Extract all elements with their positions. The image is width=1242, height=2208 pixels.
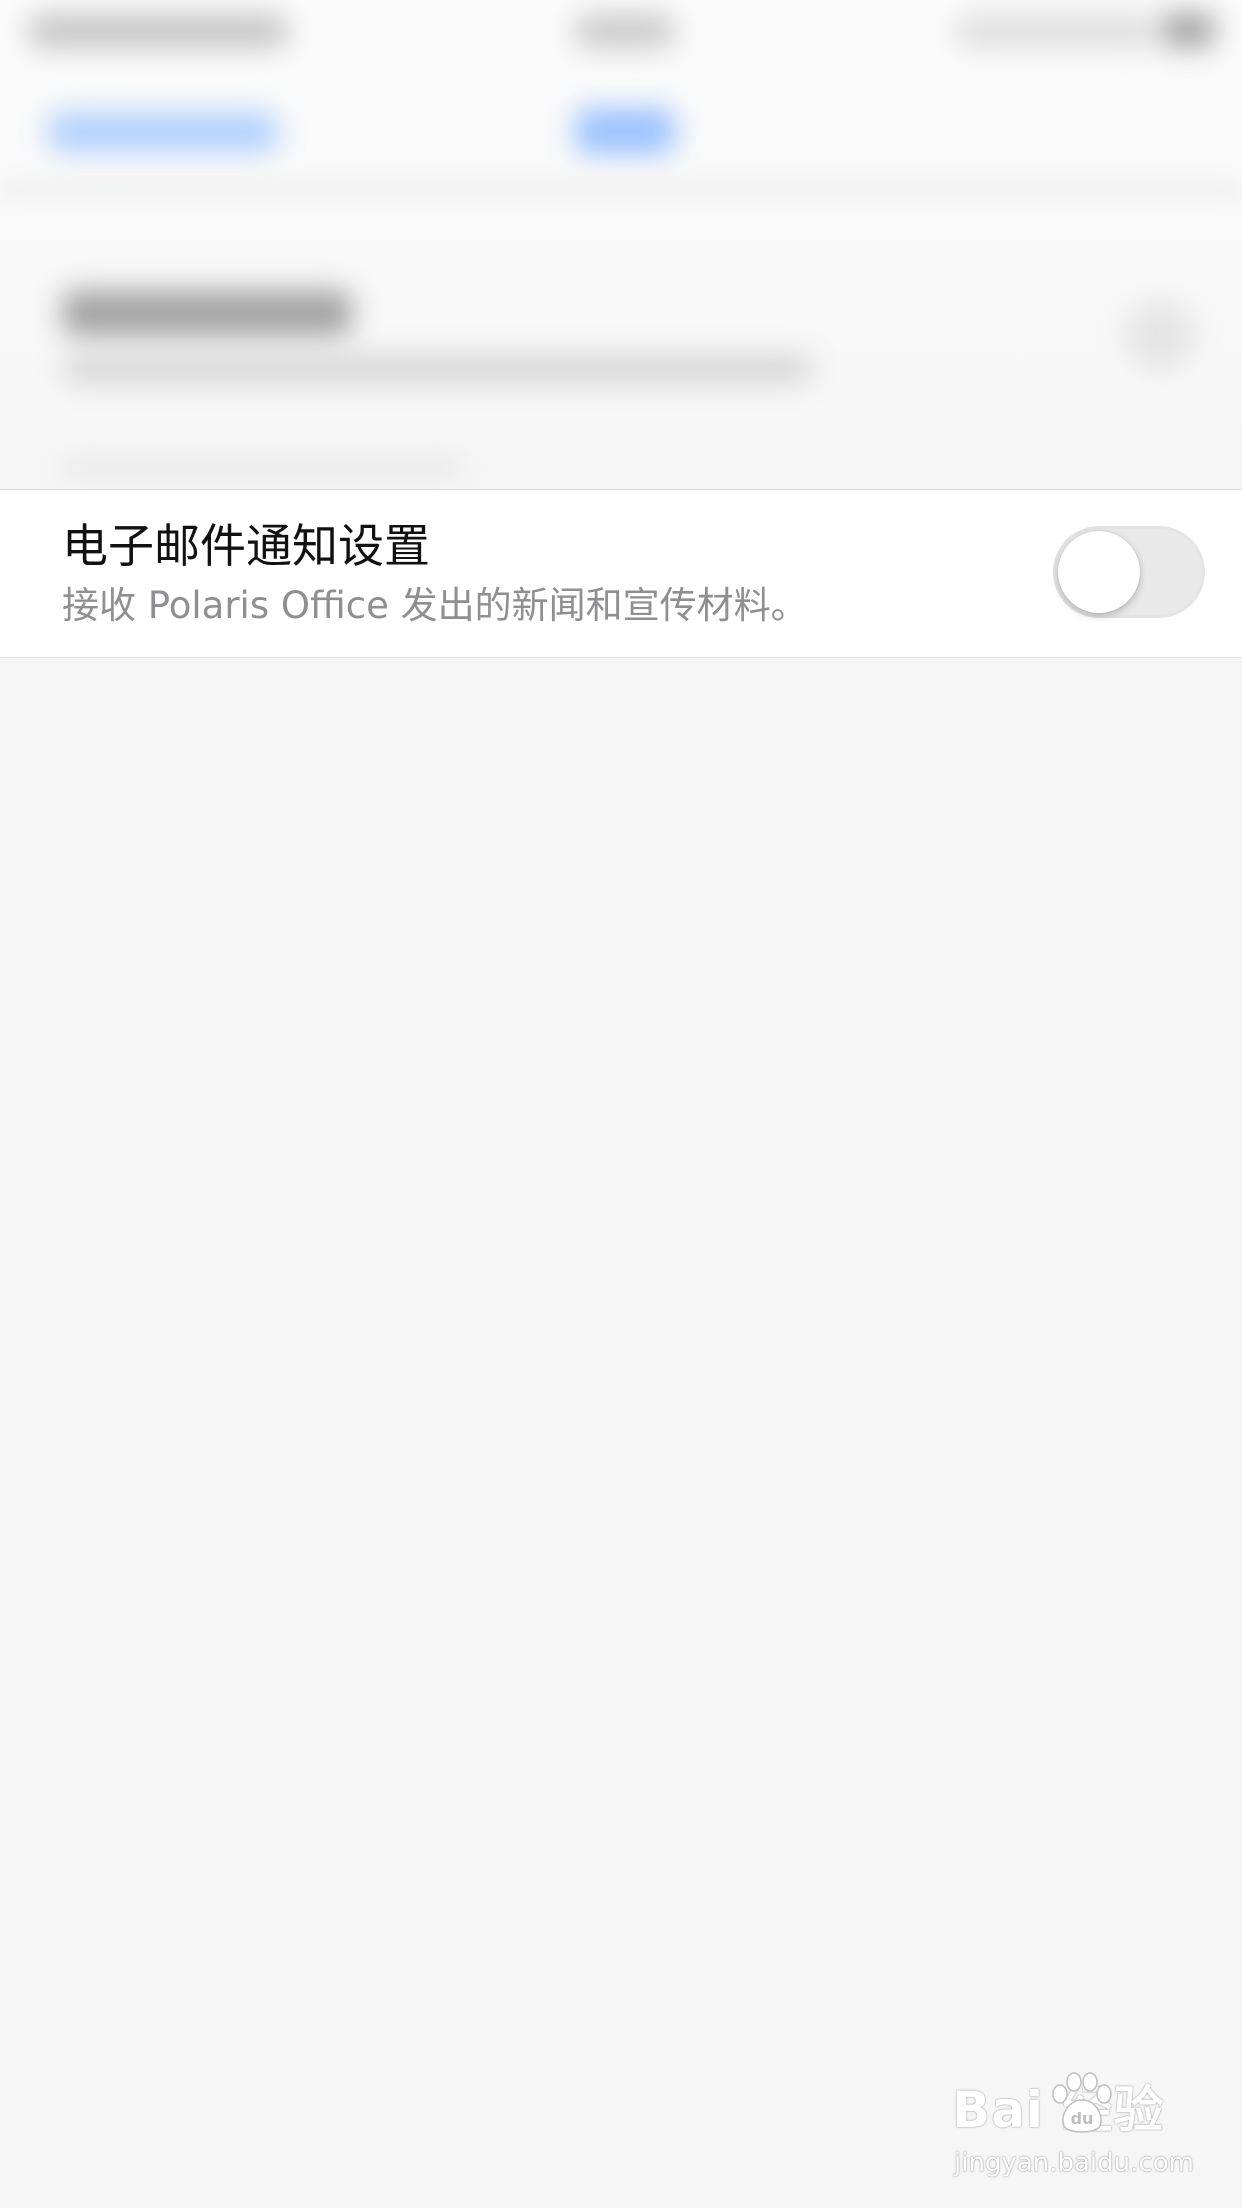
blurred-card-title <box>62 290 352 336</box>
svg-text:du: du <box>1071 2109 1094 2128</box>
email-notification-setting-row[interactable]: 电子邮件通知设置 接收 Polaris Office 发出的新闻和宣传材料。 <box>0 489 1242 658</box>
email-notification-toggle[interactable] <box>1053 526 1205 618</box>
watermark-url: jingyan.baidu.com <box>954 2148 1194 2178</box>
blurred-background-content <box>0 0 1242 490</box>
blurred-nav-title <box>575 108 675 154</box>
email-notification-title: 电子邮件通知设置 <box>62 519 430 573</box>
blurred-status-time <box>575 14 675 48</box>
blurred-nav-divider <box>0 180 1242 200</box>
email-notification-description: 接收 Polaris Office 发出的新闻和宣传材料。 <box>62 584 808 627</box>
blurred-status-left <box>28 14 288 48</box>
blurred-nav-back <box>48 112 278 152</box>
blurred-card-icon <box>1125 300 1195 370</box>
blurred-card-footer <box>62 460 462 474</box>
blurred-card-subtitle <box>62 356 812 382</box>
baidu-paw-icon: du <box>1052 2072 1112 2133</box>
settings-screen: 电子邮件通知设置 接收 Polaris Office 发出的新闻和宣传材料。 B… <box>0 0 1242 2208</box>
toggle-knob <box>1058 531 1140 613</box>
blurred-battery-icon <box>1160 12 1216 48</box>
baidu-jingyan-watermark: Bai 经验 du jingyan.baidu.com <box>950 2070 1194 2190</box>
blurred-status-right <box>955 14 1155 48</box>
